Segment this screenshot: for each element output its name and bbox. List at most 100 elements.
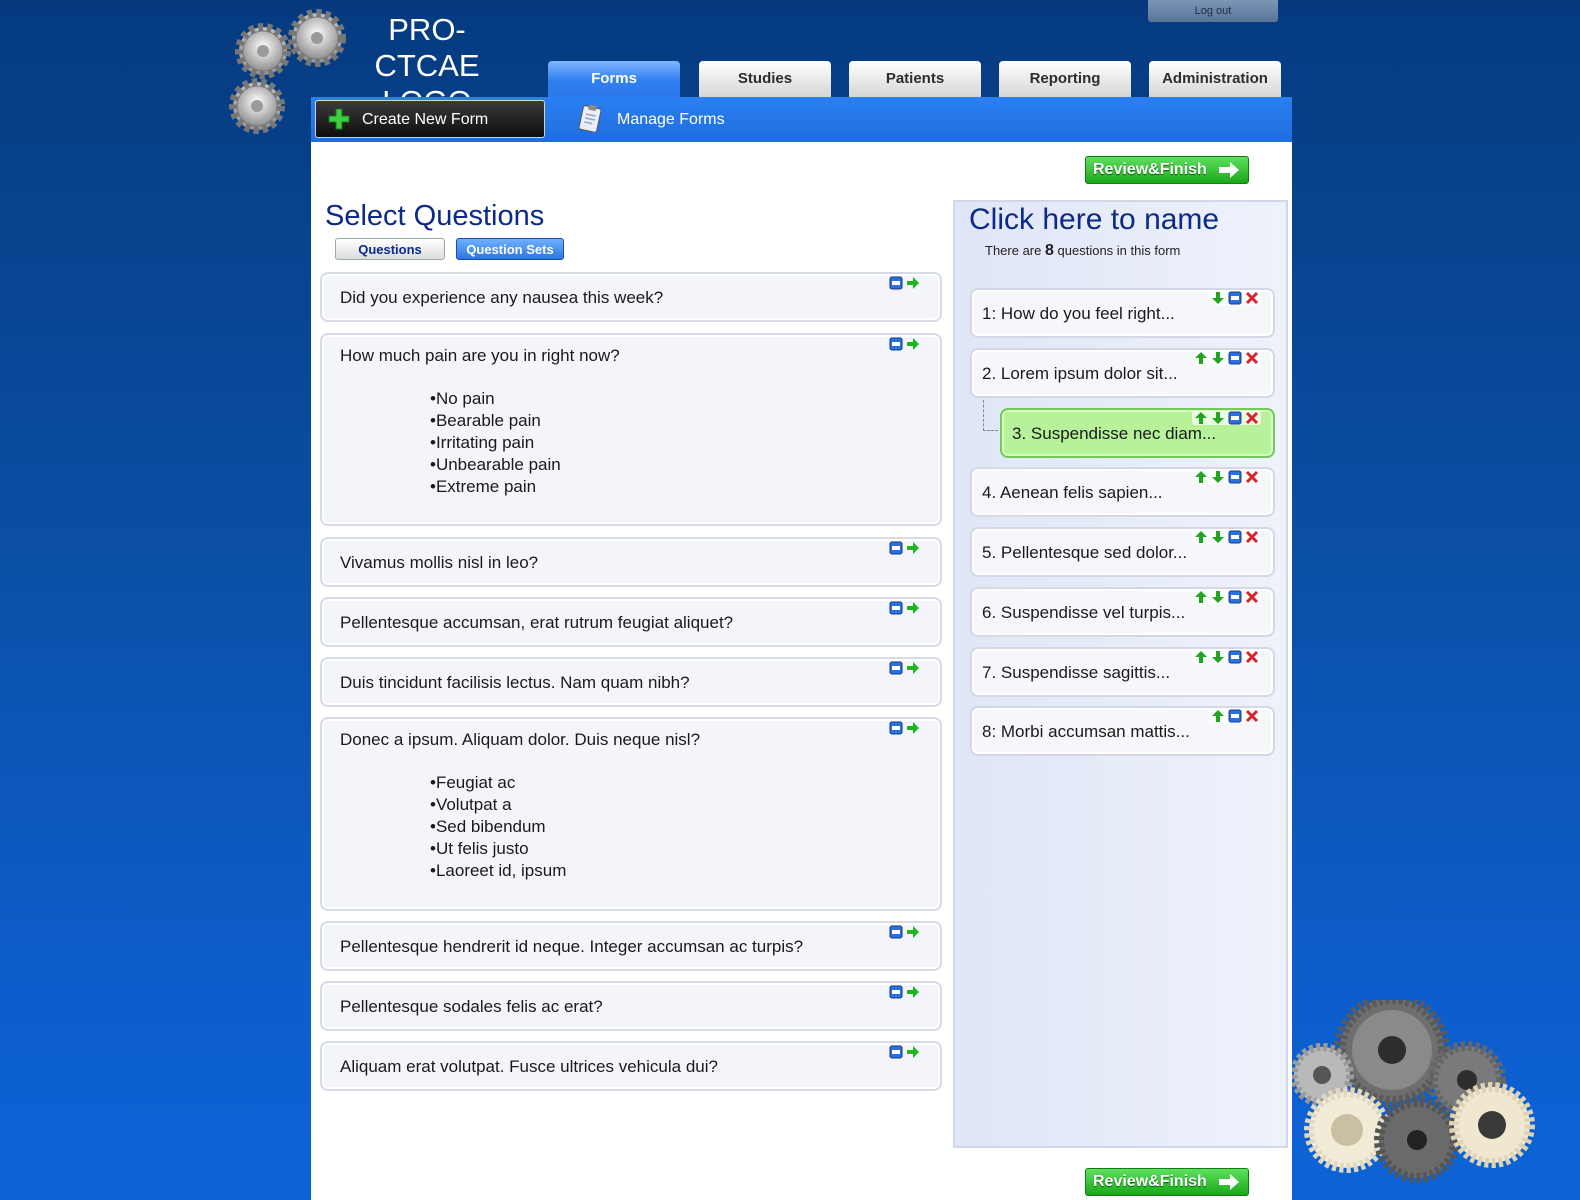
review-finish-label: Review&Finish [1093, 161, 1207, 178]
form-question-item[interactable]: 6. Suspendisse vel turpis... [970, 587, 1275, 637]
move-up-icon[interactable] [1194, 351, 1208, 365]
create-new-form-button[interactable]: Create New Form [315, 100, 545, 138]
question-card[interactable]: How much pain are you in right now? No pa… [320, 333, 942, 526]
form-question-item[interactable]: 1: How do you feel right... [970, 288, 1275, 338]
question-card[interactable]: Pellentesque accumsan, erat rutrum feugi… [320, 597, 942, 647]
add-to-form-icon[interactable] [906, 601, 920, 615]
question-option: Ut felis justo [430, 838, 566, 860]
remove-icon[interactable] [1245, 709, 1259, 723]
form-item-actions [1192, 470, 1261, 484]
move-down-icon[interactable] [1211, 590, 1225, 604]
move-down-icon[interactable] [1211, 351, 1225, 365]
form-question-label: 6. Suspendisse vel turpis... [982, 603, 1186, 622]
question-actions [889, 1045, 920, 1059]
add-to-form-icon[interactable] [906, 276, 920, 290]
form-question-item[interactable]: 7. Suspendisse sagittis... [970, 647, 1275, 697]
question-text: Pellentesque sodales felis ac erat? [340, 997, 603, 1016]
tab-patients[interactable]: Patients [849, 61, 981, 97]
question-card[interactable]: Duis tincidunt facilisis lectus. Nam qua… [320, 657, 942, 707]
move-down-icon[interactable] [1211, 291, 1225, 305]
count-suffix: questions in this form [1057, 243, 1181, 258]
edit-icon[interactable] [889, 337, 903, 351]
edit-icon[interactable] [1228, 530, 1242, 544]
form-name-title[interactable]: Click here to name [969, 203, 1219, 237]
edit-icon[interactable] [1228, 411, 1242, 425]
question-card[interactable]: Donec a ipsum. Aliquam dolor. Duis neque… [320, 717, 942, 911]
question-text: Pellentesque hendrerit id neque. Integer… [340, 937, 804, 956]
move-up-icon[interactable] [1194, 530, 1208, 544]
question-option: Irritating pain [430, 432, 561, 454]
question-card[interactable]: Vivamus mollis nisl in leo? [320, 537, 942, 587]
question-actions [889, 601, 920, 615]
review-finish-button-bottom[interactable]: Review&Finish [1085, 1168, 1249, 1196]
add-to-form-icon[interactable] [906, 661, 920, 675]
question-option: No pain [430, 388, 561, 410]
add-to-form-icon[interactable] [906, 1045, 920, 1059]
add-to-form-icon[interactable] [906, 985, 920, 999]
move-up-icon[interactable] [1194, 650, 1208, 664]
edit-icon[interactable] [889, 985, 903, 999]
move-down-icon[interactable] [1211, 411, 1225, 425]
form-item-actions [1192, 351, 1261, 365]
question-actions [889, 276, 920, 290]
question-option: Unbearable pain [430, 454, 561, 476]
remove-icon[interactable] [1245, 411, 1259, 425]
logout-button[interactable]: Log out [1148, 0, 1278, 22]
tab-studies[interactable]: Studies [699, 61, 831, 97]
move-up-icon[interactable] [1194, 470, 1208, 484]
edit-icon[interactable] [1228, 470, 1242, 484]
form-question-label: 2. Lorem ipsum dolor sit... [982, 364, 1178, 383]
tab-reporting[interactable]: Reporting [999, 61, 1131, 97]
remove-icon[interactable] [1245, 530, 1259, 544]
edit-icon[interactable] [889, 721, 903, 735]
move-up-icon[interactable] [1194, 411, 1208, 425]
edit-icon[interactable] [889, 925, 903, 939]
tab-administration[interactable]: Administration [1149, 61, 1281, 97]
form-question-item[interactable]: 4. Aenean felis sapien... [970, 467, 1275, 517]
add-to-form-icon[interactable] [906, 337, 920, 351]
add-to-form-icon[interactable] [906, 721, 920, 735]
remove-icon[interactable] [1245, 650, 1259, 664]
add-to-form-icon[interactable] [906, 541, 920, 555]
tab-forms[interactable]: Forms [548, 61, 680, 97]
edit-icon[interactable] [889, 276, 903, 290]
form-question-label: 3. Suspendisse nec diam... [1012, 424, 1217, 443]
form-question-item[interactable]: 2. Lorem ipsum dolor sit... [970, 348, 1275, 398]
question-text: Vivamus mollis nisl in leo? [340, 553, 539, 572]
form-question-item[interactable]: 3. Suspendisse nec diam... [1000, 408, 1275, 458]
edit-icon[interactable] [889, 1045, 903, 1059]
question-card[interactable]: Pellentesque hendrerit id neque. Integer… [320, 921, 942, 971]
move-up-icon[interactable] [1211, 709, 1225, 723]
move-down-icon[interactable] [1211, 650, 1225, 664]
edit-icon[interactable] [1228, 650, 1242, 664]
remove-icon[interactable] [1245, 351, 1259, 365]
edit-icon[interactable] [889, 661, 903, 675]
form-question-item[interactable]: 8: Morbi accumsan mattis... [970, 706, 1275, 756]
form-question-item[interactable]: 5. Pellentesque sed dolor... [970, 527, 1275, 577]
edit-icon[interactable] [889, 541, 903, 555]
question-card[interactable]: Did you experience any nausea this week? [320, 272, 942, 322]
question-card[interactable]: Aliquam erat volutpat. Fusce ultrices ve… [320, 1041, 942, 1091]
edit-icon[interactable] [1228, 709, 1242, 723]
form-item-actions [1192, 530, 1261, 544]
move-down-icon[interactable] [1211, 530, 1225, 544]
move-up-icon[interactable] [1194, 590, 1208, 604]
question-option: Feugiat ac [430, 772, 566, 794]
select-questions-title: Select Questions [325, 200, 545, 232]
review-finish-button-top[interactable]: Review&Finish [1085, 156, 1249, 184]
tab-questions[interactable]: Questions [335, 238, 445, 260]
question-card[interactable]: Pellentesque sodales felis ac erat? [320, 981, 942, 1031]
question-text: Duis tincidunt facilisis lectus. Nam qua… [340, 673, 690, 692]
question-option: Bearable pain [430, 410, 561, 432]
edit-icon[interactable] [1228, 351, 1242, 365]
remove-icon[interactable] [1245, 470, 1259, 484]
add-to-form-icon[interactable] [906, 925, 920, 939]
edit-icon[interactable] [889, 601, 903, 615]
edit-icon[interactable] [1228, 590, 1242, 604]
form-item-actions [1192, 650, 1261, 664]
remove-icon[interactable] [1245, 590, 1259, 604]
remove-icon[interactable] [1245, 291, 1259, 305]
tab-question-sets[interactable]: Question Sets [456, 238, 564, 260]
edit-icon[interactable] [1228, 291, 1242, 305]
move-down-icon[interactable] [1211, 470, 1225, 484]
